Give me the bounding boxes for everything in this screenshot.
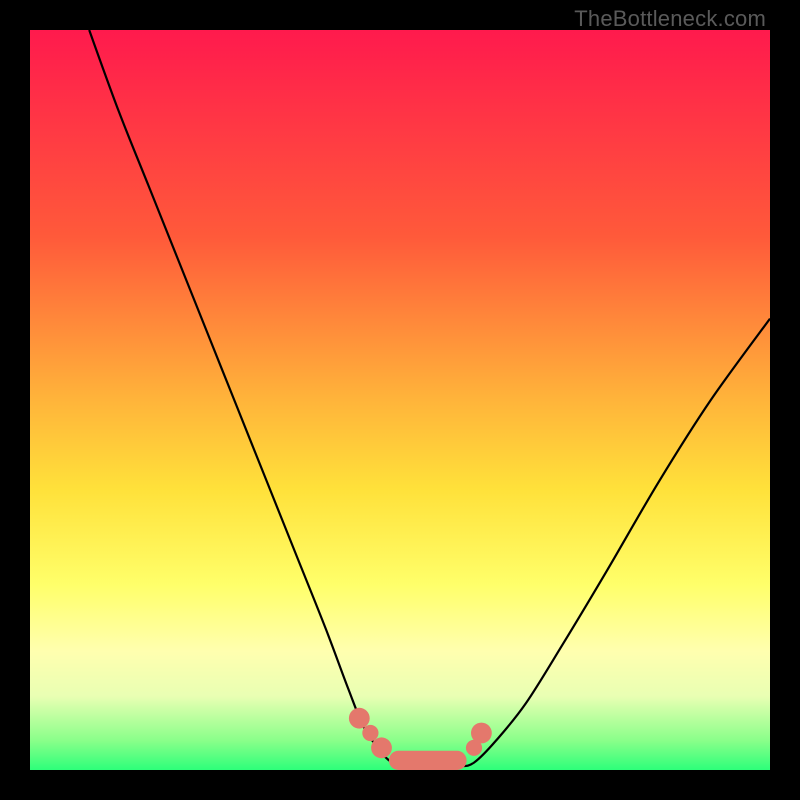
minimum-marker xyxy=(362,725,378,741)
flat-bottom-pill xyxy=(389,751,467,770)
chart-frame: TheBottleneck.com xyxy=(0,0,800,800)
attribution-text: TheBottleneck.com xyxy=(574,6,766,32)
bottleneck-curve-svg xyxy=(30,30,770,770)
minimum-marker xyxy=(349,708,370,729)
bottleneck-curve xyxy=(89,30,770,767)
minimum-markers xyxy=(349,708,492,758)
minimum-marker xyxy=(371,737,392,758)
chart-plot-area xyxy=(30,30,770,770)
minimum-marker xyxy=(471,723,492,744)
